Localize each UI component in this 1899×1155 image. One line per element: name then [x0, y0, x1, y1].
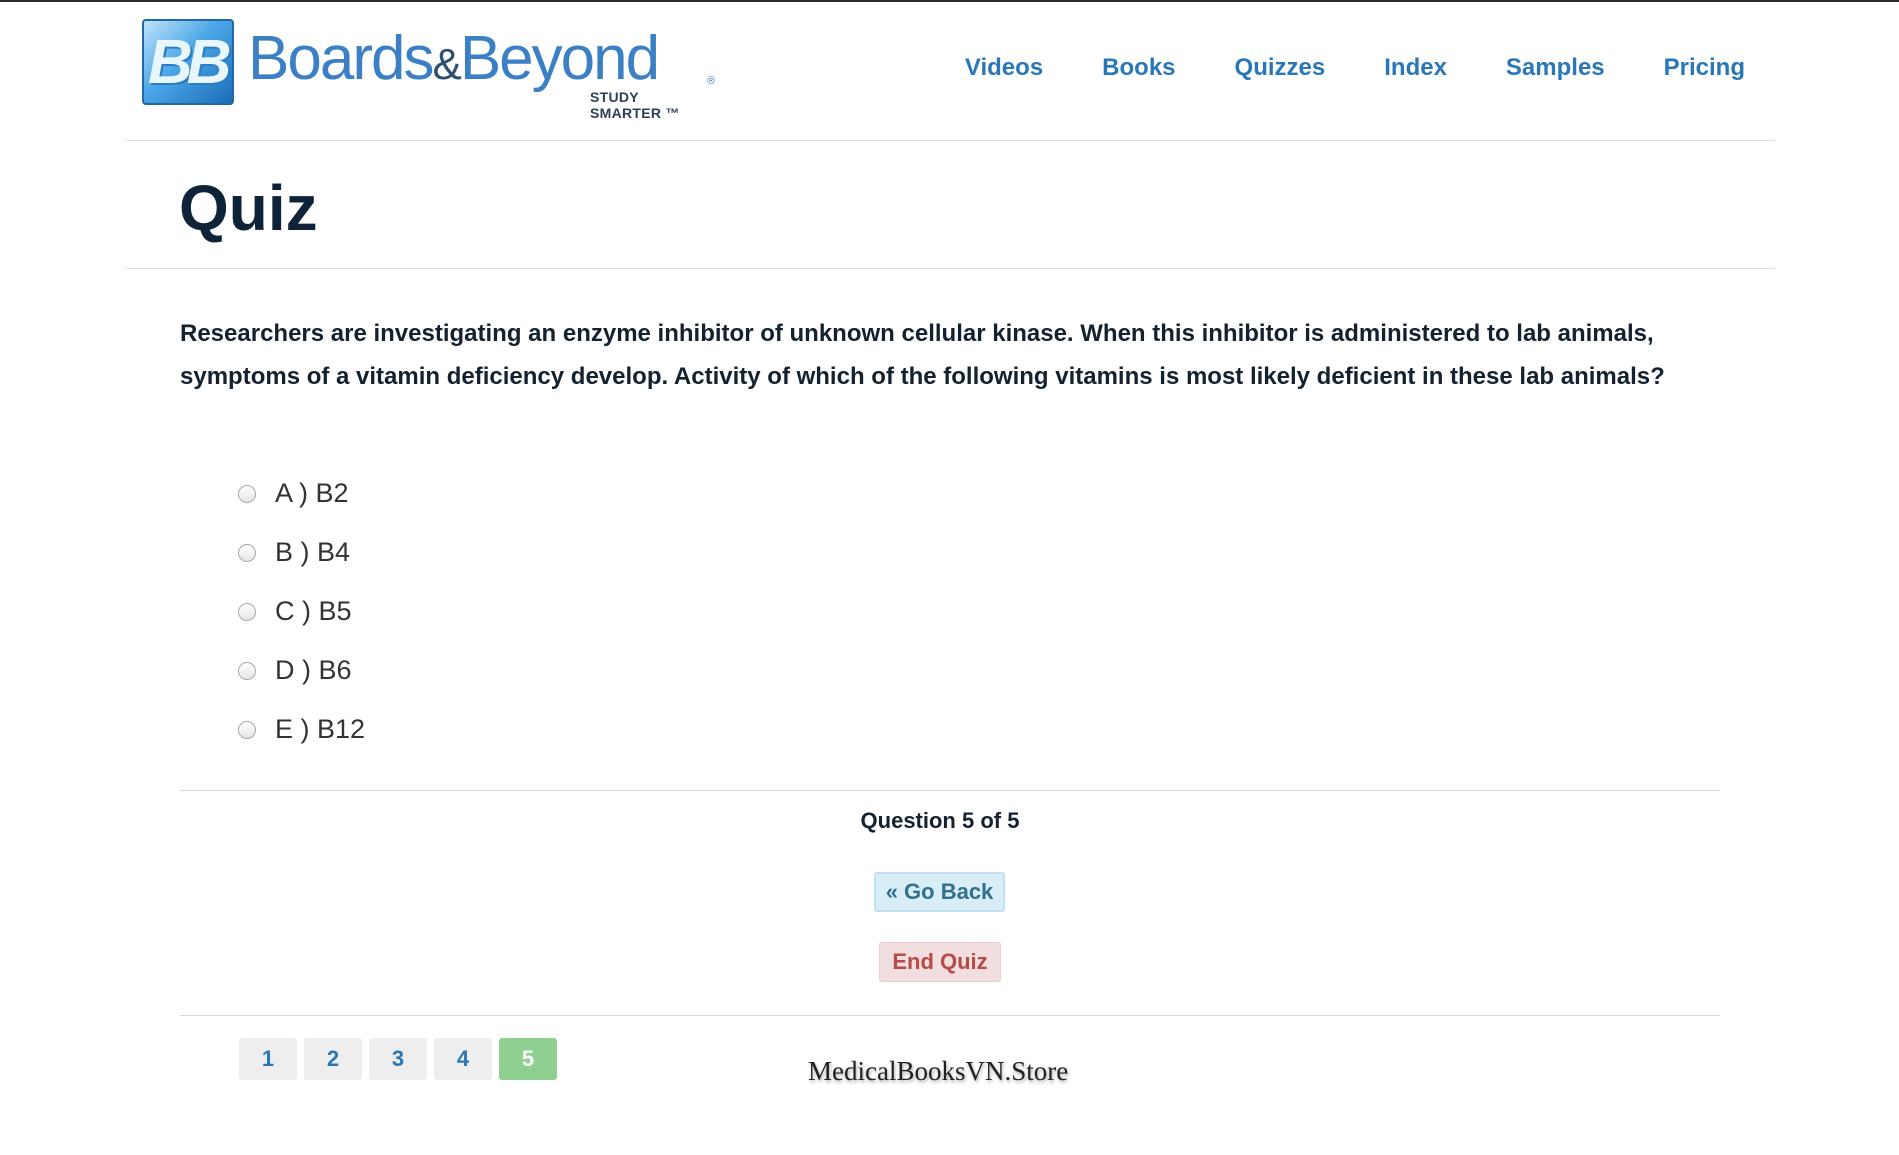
logo-registered-mark: ®: [707, 75, 716, 87]
logo-word-boards: Boards: [248, 24, 434, 93]
main-nav: Videos Books Quizzes Index Samples Prici…: [906, 54, 1745, 82]
nav-samples[interactable]: Samples: [1506, 54, 1605, 82]
option-c[interactable]: C ) B5: [238, 582, 365, 641]
option-b[interactable]: B ) B4: [238, 523, 365, 582]
page-button-3[interactable]: 3: [369, 1038, 427, 1080]
bb-logo-mark: BB: [142, 19, 234, 105]
logo-ampersand: &: [432, 40, 461, 89]
divider-top: [180, 790, 1720, 791]
question-pager: 1 2 3 4 5: [239, 1038, 557, 1080]
end-quiz-button[interactable]: End Quiz: [879, 942, 1001, 982]
go-back-button[interactable]: « Go Back: [874, 872, 1005, 912]
site-header: BB Boards&Beyond ® STUDY SMARTER ™ Video…: [125, 2, 1775, 141]
nav-index[interactable]: Index: [1384, 54, 1447, 82]
boards-and-beyond-logo[interactable]: BB Boards&Beyond ® STUDY SMARTER ™: [142, 19, 716, 121]
option-e[interactable]: E ) B12: [238, 700, 365, 759]
nav-books[interactable]: Books: [1102, 54, 1175, 82]
option-d-radio[interactable]: [238, 661, 256, 680]
page-button-4[interactable]: 4: [434, 1038, 492, 1080]
option-c-label[interactable]: C ) B5: [275, 596, 352, 627]
page-button-5-current[interactable]: 5: [499, 1038, 557, 1080]
option-c-radio[interactable]: [238, 602, 256, 621]
option-d[interactable]: D ) B6: [238, 641, 365, 700]
nav-pricing[interactable]: Pricing: [1664, 54, 1745, 82]
logo-tagline: STUDY SMARTER ™: [590, 89, 680, 121]
option-b-radio[interactable]: [238, 543, 256, 562]
question-progress: Question 5 of 5: [860, 808, 1020, 833]
page-button-1[interactable]: 1: [239, 1038, 297, 1080]
page-title: Quiz: [179, 172, 318, 244]
option-e-radio[interactable]: [238, 720, 256, 739]
divider-bottom: [180, 1015, 1720, 1016]
nav-videos[interactable]: Videos: [965, 54, 1043, 82]
nav-quizzes[interactable]: Quizzes: [1235, 54, 1326, 82]
option-d-label[interactable]: D ) B6: [275, 655, 352, 686]
logo-mark-text: BB: [148, 28, 232, 97]
title-bar: Quiz: [125, 141, 1775, 269]
option-a[interactable]: A ) B2: [238, 464, 365, 523]
page-button-2[interactable]: 2: [304, 1038, 362, 1080]
logo-wordmark: Boards&Beyond: [248, 23, 660, 94]
option-a-label[interactable]: A ) B2: [275, 478, 349, 509]
logo-word-beyond: Beyond: [459, 24, 660, 93]
option-e-label[interactable]: E ) B12: [275, 714, 365, 745]
answer-options: A ) B2 B ) B4 C ) B5 D ) B6 E ) B12: [238, 464, 365, 759]
question-text: Researchers are investigating an enzyme …: [180, 320, 1665, 390]
option-b-label[interactable]: B ) B4: [275, 537, 350, 568]
option-a-radio[interactable]: [238, 484, 256, 503]
watermark-text: MedicalBooksVN.Store: [808, 1056, 1069, 1086]
